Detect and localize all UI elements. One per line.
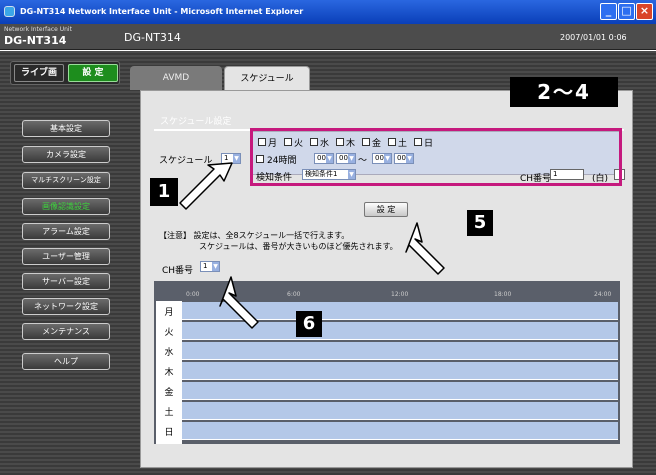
- callout-arrows: [179, 162, 445, 329]
- arrow-icon: [405, 222, 445, 275]
- arrow-icon: [219, 276, 259, 329]
- arrow-icon: [179, 162, 233, 210]
